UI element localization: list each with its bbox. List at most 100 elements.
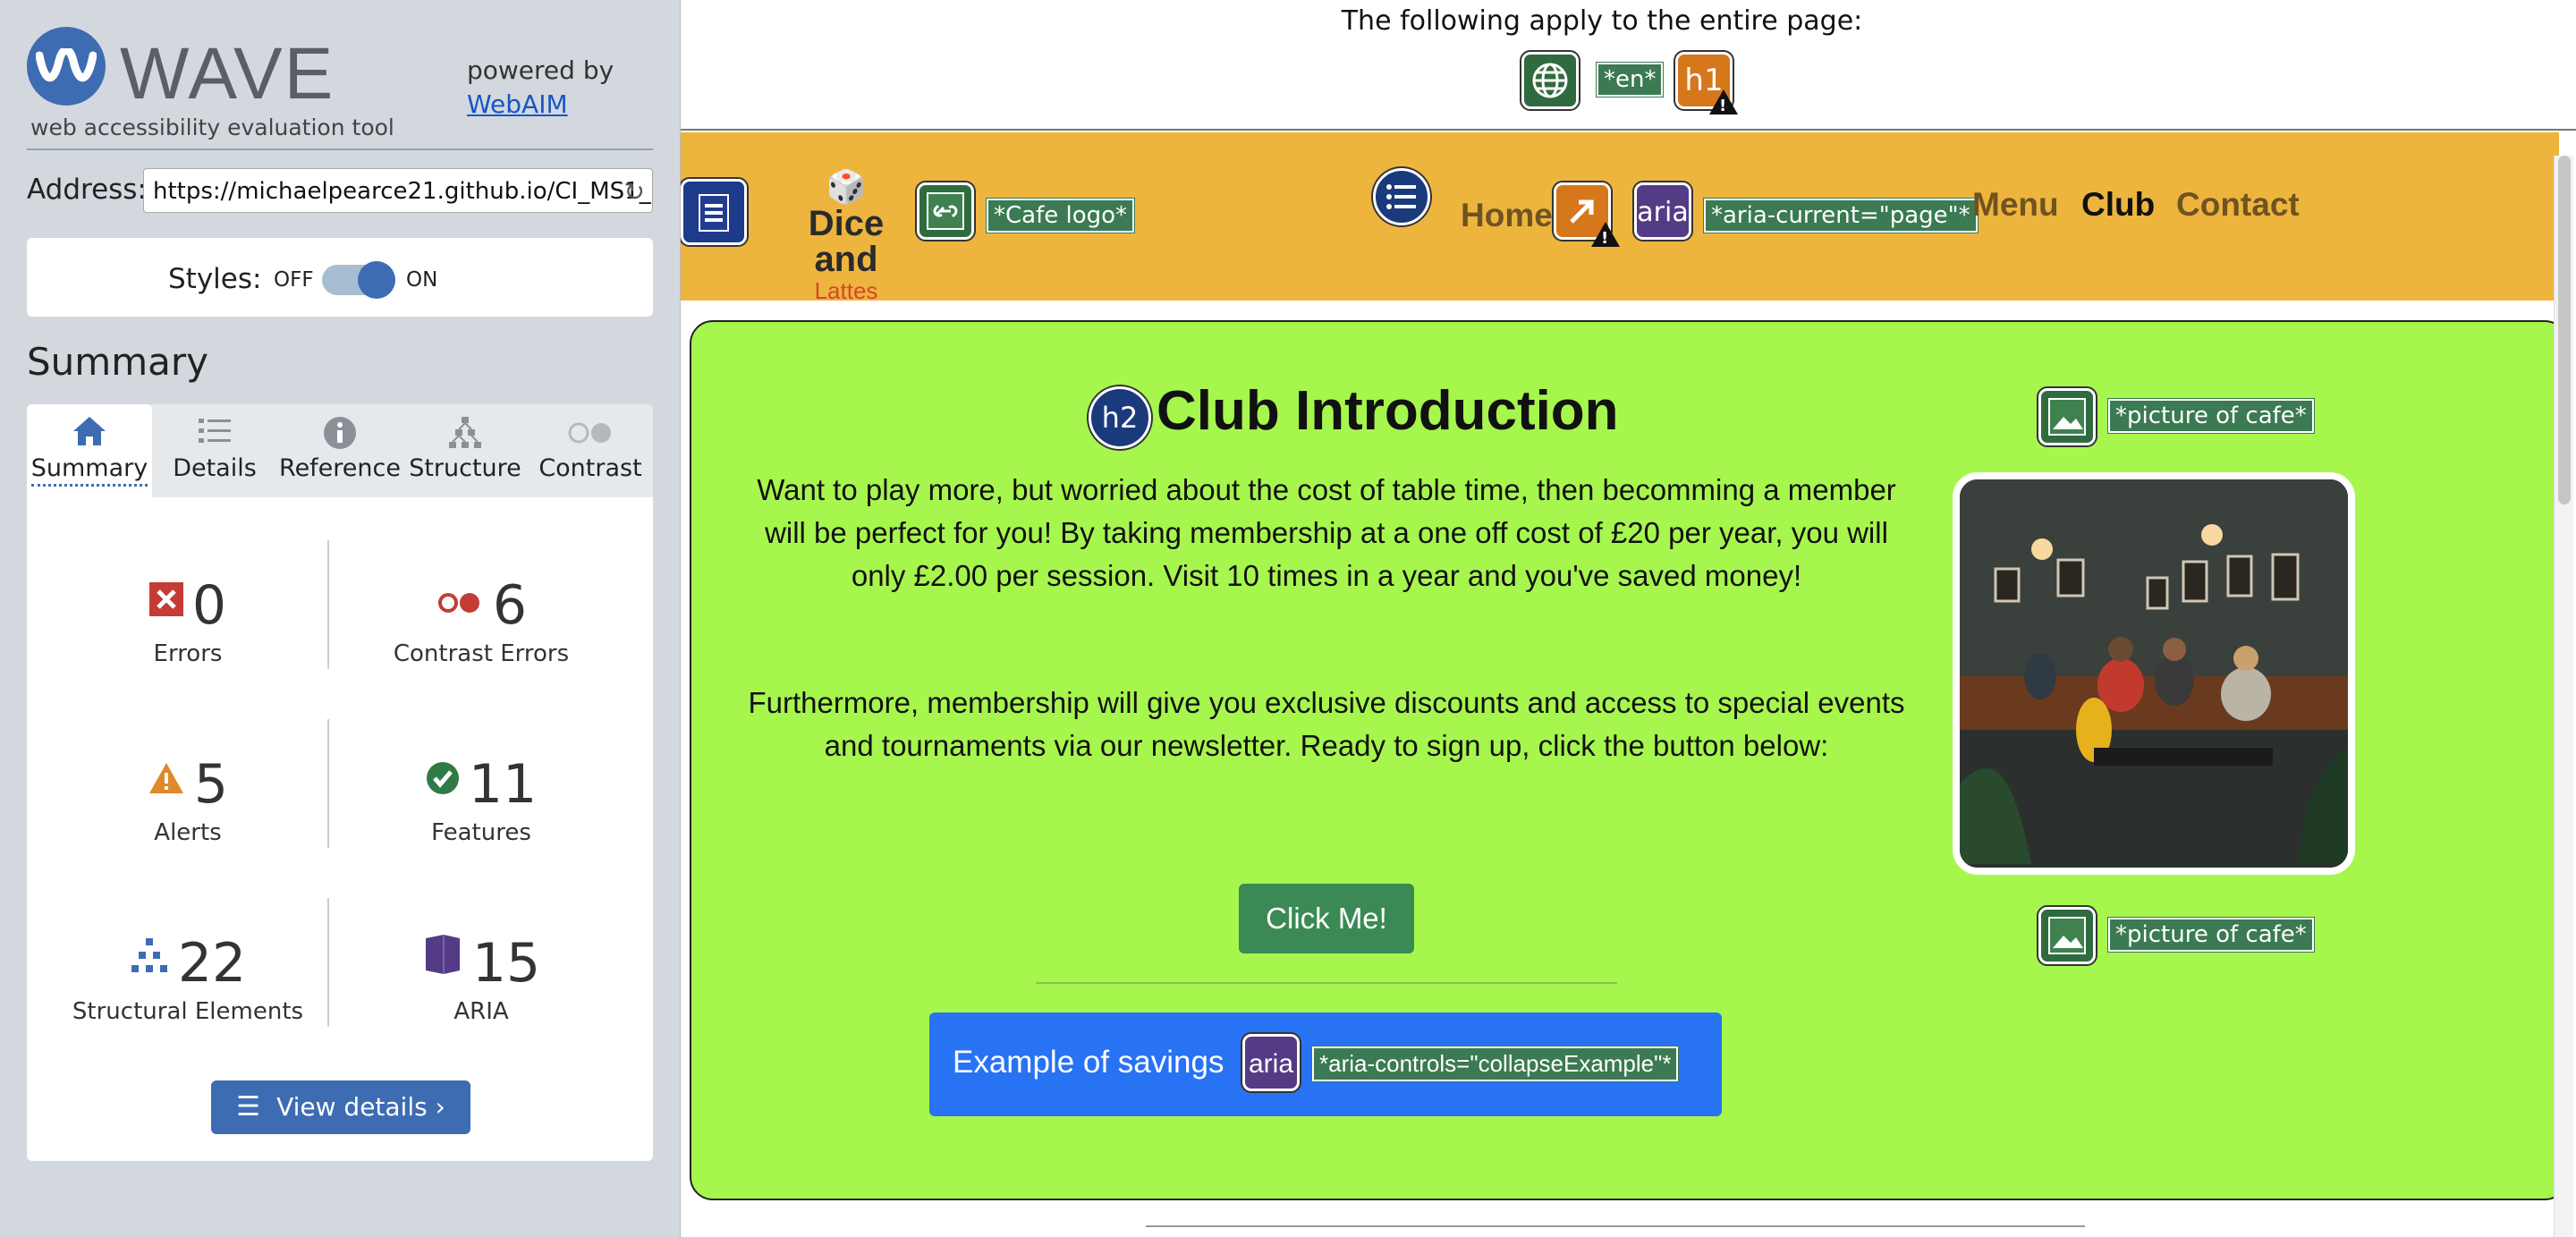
alerts-label: Alerts — [154, 819, 222, 846]
stat-contrast-errors: 6 Contrast Errors — [338, 574, 624, 667]
image-alt-icon[interactable] — [2038, 388, 2096, 445]
tab-structure-label: Structure — [409, 454, 521, 482]
tab-details-label: Details — [173, 454, 257, 482]
image-alt-label: *picture of cafe* — [2107, 398, 2315, 434]
errors-count: 0 — [191, 574, 227, 637]
site-navbar: 🎲 Dice and Lattes *Cafe logo* Home ! ari… — [681, 132, 2559, 304]
tab-details[interactable]: Details — [152, 404, 277, 497]
powered-by-text: powered by — [467, 55, 614, 85]
features-count: 11 — [468, 753, 538, 816]
wave-sidebar: WAVE web accessibility evaluation tool p… — [0, 0, 680, 1237]
aria-icon-text: aria — [1637, 197, 1689, 228]
view-details-label: View details › — [276, 1092, 445, 1122]
reload-icon[interactable]: ↻ — [624, 177, 645, 207]
warning-icon: ! — [1709, 89, 1738, 115]
structural-count: 22 — [177, 932, 247, 995]
error-icon — [148, 582, 183, 625]
page-level-text: The following apply to the entire page: — [1341, 5, 1863, 37]
contrast-errors-count: 6 — [492, 574, 528, 637]
styles-toggle[interactable] — [322, 261, 395, 299]
section-divider — [1036, 982, 1617, 984]
view-details-button[interactable]: ☰ View details › — [211, 1080, 470, 1134]
brand-sub: Lattes — [814, 277, 878, 304]
stat-divider — [327, 898, 329, 1027]
stat-aria: 15 ARIA — [338, 932, 624, 1025]
address-label: Address: — [27, 174, 147, 206]
tab-summary-label: Summary — [30, 454, 148, 487]
nav-menu-link[interactable]: Menu — [1972, 186, 2059, 224]
aria-current-icon[interactable]: aria — [1634, 182, 1691, 240]
alert-icon — [148, 763, 185, 804]
page-level-bar: The following apply to the entire page: … — [681, 0, 2576, 131]
savings-collapse-button[interactable]: Example of savings aria *aria-controls="… — [929, 1012, 1722, 1116]
list-icon — [152, 404, 277, 454]
aria-controls-label: *aria-controls="collapseExample"* — [1310, 1046, 1680, 1082]
styles-off-label: OFF — [274, 268, 314, 292]
lang-label: *en* — [1595, 62, 1665, 97]
dice-icon: 🎲 — [826, 168, 867, 205]
image-alt-icon[interactable] — [2038, 907, 2096, 964]
aria-controls-icon[interactable]: aria — [1242, 1034, 1300, 1091]
features-label: Features — [431, 819, 531, 846]
unordered-list-icon[interactable] — [1373, 168, 1430, 225]
h2-icon-text: h2 — [1101, 401, 1139, 435]
stat-alerts: 5 Alerts — [45, 753, 331, 846]
cafe-logo-alt-label: *Cafe logo* — [985, 198, 1136, 233]
stat-errors: 0 Errors — [45, 574, 331, 667]
wave-tagline: web accessibility evaluation tool — [30, 114, 394, 140]
nav-home-link[interactable]: Home — [1461, 197, 1553, 234]
membership-paragraph: Furthermore, membership will give you ex… — [748, 686, 1905, 762]
alerts-count: 5 — [193, 753, 229, 816]
stat-divider — [327, 540, 329, 669]
wave-title: WAVE — [120, 33, 335, 114]
club-section: h2 Club Introduction Want to play more, … — [690, 320, 2568, 1200]
sidebar-divider — [27, 148, 653, 150]
nav-contact-link[interactable]: Contact — [2176, 186, 2300, 224]
click-me-button[interactable]: Click Me! — [1239, 884, 1414, 953]
image-alt-label: *picture of cafe* — [2107, 917, 2315, 953]
page-scrollbar[interactable] — [2554, 156, 2573, 1237]
scrollbar-thumb[interactable] — [2558, 156, 2571, 504]
contrast-icon — [528, 404, 653, 454]
savings-button-label: Example of savings — [953, 1045, 1224, 1080]
structural-label: Structural Elements — [72, 998, 304, 1025]
list-icon: ☰ — [236, 1091, 261, 1123]
intro-paragraph: Want to play more, but worried about the… — [757, 473, 1896, 592]
nav-club-link[interactable]: Club — [2081, 186, 2155, 224]
aria-icon — [422, 935, 463, 983]
contrast-error-icon — [436, 584, 484, 625]
cafe-photo — [1953, 472, 2355, 875]
tab-structure[interactable]: Structure — [402, 404, 528, 497]
contrast-errors-label: Contrast Errors — [393, 640, 570, 667]
info-icon — [277, 404, 402, 454]
h2-heading-icon[interactable]: h2 — [1089, 386, 1151, 449]
hierarchy-icon — [402, 404, 528, 454]
aria-current-label: *aria-current="page"* — [1703, 198, 1979, 233]
tab-summary[interactable]: Summary — [27, 404, 152, 497]
tab-contrast[interactable]: Contrast — [528, 404, 653, 497]
language-globe-icon[interactable] — [1521, 52, 1579, 109]
structure-icon — [130, 938, 169, 983]
home-icon — [27, 404, 152, 454]
errors-label: Errors — [153, 640, 223, 667]
summary-heading: Summary — [27, 340, 208, 384]
styles-on-label: ON — [406, 268, 438, 292]
feature-check-icon — [426, 762, 460, 804]
section-title: Club Introduction — [1157, 380, 1619, 442]
tab-reference[interactable]: Reference — [277, 404, 402, 497]
page-divider — [1146, 1225, 2085, 1227]
toggle-knob[interactable] — [358, 261, 395, 299]
powered-by: powered by WebAIM — [467, 54, 614, 122]
stat-features: 11 Features — [338, 753, 624, 846]
summary-panel: Summary Details Reference Structure Cont… — [27, 404, 653, 1161]
linked-image-icon[interactable] — [917, 182, 974, 240]
navigation-region-icon[interactable] — [681, 179, 747, 245]
stat-divider — [327, 719, 329, 848]
styles-label: Styles: — [168, 263, 262, 295]
tab-bar: Summary Details Reference Structure Cont… — [27, 404, 653, 497]
cafe-logo[interactable]: 🎲 Dice and Lattes — [788, 168, 904, 305]
aria-label: ARIA — [453, 998, 509, 1025]
aria-icon-text: aria — [1248, 1049, 1294, 1079]
address-input[interactable]: https://michaelpearce21.github.io/CI_MS1… — [143, 168, 653, 213]
webaim-link[interactable]: WebAIM — [467, 88, 614, 122]
